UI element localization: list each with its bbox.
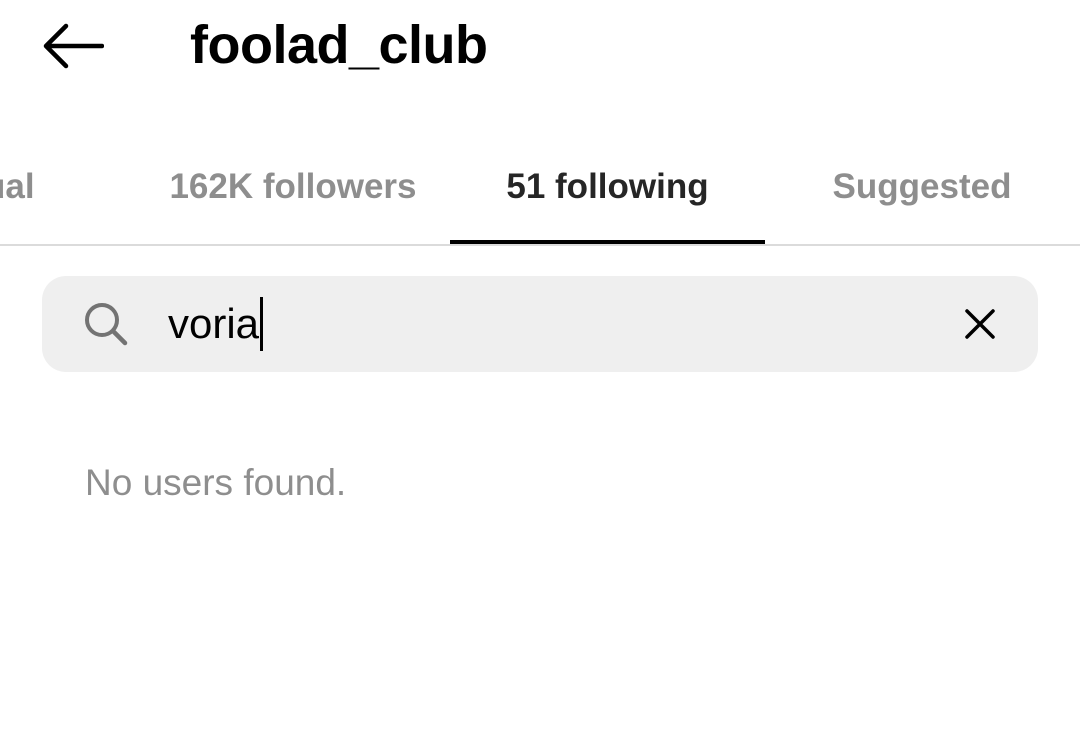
top-app-bar: foolad_club [0, 0, 1080, 100]
follow-tabs: ual 162K followers 51 following Suggeste… [0, 130, 1080, 246]
tab-followers-label: 162K followers [169, 167, 417, 206]
active-tab-indicator [450, 240, 765, 244]
back-button[interactable] [30, 14, 116, 78]
tab-suggested[interactable]: Suggested [780, 130, 1064, 244]
tab-followers[interactable]: 162K followers [140, 130, 446, 244]
arrow-left-icon [43, 23, 104, 69]
tab-suggested-label: Suggested [832, 167, 1012, 206]
text-cursor [260, 297, 264, 351]
empty-results-message: No users found. [85, 462, 347, 503]
clear-search-button[interactable] [950, 294, 1010, 354]
profile-username: foolad_club [190, 15, 488, 75]
tab-mutual[interactable]: ual [0, 130, 66, 244]
tab-mutual-label: ual [0, 167, 35, 206]
close-icon [965, 309, 995, 339]
search-icon [82, 300, 130, 348]
search-input-value: voria [168, 300, 260, 347]
tab-following[interactable]: 51 following [450, 130, 765, 244]
tab-following-label: 51 following [506, 167, 709, 206]
search-input[interactable]: voria [168, 290, 928, 358]
